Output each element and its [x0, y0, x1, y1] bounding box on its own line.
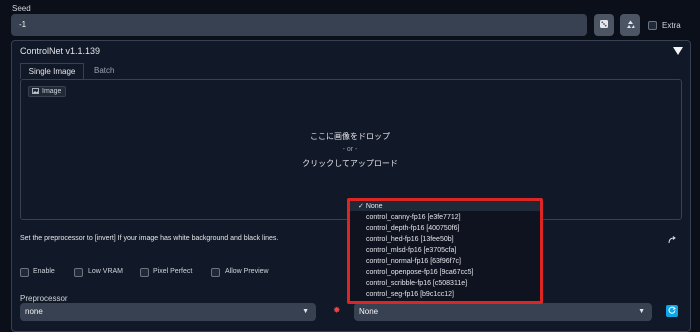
extra-checkbox[interactable]	[648, 21, 657, 30]
run-preprocessor-button[interactable]: ✸	[333, 305, 341, 316]
random-seed-button[interactable]	[594, 14, 614, 36]
seed-label: Seed	[12, 4, 31, 13]
tab-single-image[interactable]: Single Image	[20, 63, 84, 79]
seed-input[interactable]: -1	[11, 14, 587, 36]
image-badge: Image	[28, 86, 67, 97]
arrow-curve-icon[interactable]	[668, 236, 676, 246]
allow-preview-label: Allow Preview	[225, 268, 269, 275]
preprocessor-label: Preprocessor	[20, 294, 68, 303]
enable-checkbox[interactable]	[20, 268, 29, 277]
tab-batch[interactable]: Batch	[94, 66, 114, 75]
low-vram-checkbox[interactable]	[74, 268, 83, 277]
dropdown-option[interactable]: control_depth-fp16 [400750f6]	[366, 225, 459, 232]
extra-label: Extra	[662, 21, 681, 30]
reuse-seed-button[interactable]	[620, 14, 640, 36]
model-dropdown-list: None control_canny-fp16 [e3fe7712] contr…	[347, 198, 543, 304]
dropdown-option[interactable]: control_scribble-fp16 [c508311e]	[366, 280, 467, 287]
image-badge-label: Image	[42, 88, 62, 95]
dropdown-option[interactable]: control_hed-fp16 [13fee50b]	[366, 236, 454, 243]
allow-preview-checkbox[interactable]	[211, 268, 220, 277]
recycle-icon	[625, 19, 636, 32]
drop-instruction: ここに画像をドロップ	[310, 132, 390, 141]
invert-hint: Set the preprocessor to [invert] If your…	[20, 235, 279, 242]
image-icon	[32, 87, 39, 96]
dropdown-option[interactable]: control_canny-fp16 [e3fe7712]	[366, 214, 461, 221]
preprocessor-select[interactable]: none ▼	[20, 303, 316, 321]
dice-icon	[599, 19, 609, 31]
pixel-perfect-label: Pixel Perfect	[153, 268, 193, 275]
dropdown-option[interactable]: control_seg-fp16 [b9c1cc12]	[366, 291, 454, 298]
model-select[interactable]: None ▼	[354, 303, 652, 321]
chevron-down-icon: ▼	[302, 308, 309, 315]
dropdown-option[interactable]: None	[358, 202, 383, 210]
collapse-triangle-icon[interactable]	[673, 47, 683, 57]
refresh-icon	[668, 306, 676, 316]
click-to-upload: クリックしてアップロード	[302, 159, 398, 168]
preprocessor-value: none	[25, 307, 43, 316]
dropdown-option[interactable]: control_normal-fp16 [63f96f7c]	[366, 258, 461, 265]
refresh-models-button[interactable]	[666, 305, 678, 317]
dropdown-option[interactable]: control_mlsd-fp16 [e3705cfa]	[366, 247, 456, 254]
drop-or: - or -	[342, 146, 358, 153]
low-vram-label: Low VRAM	[88, 268, 124, 275]
chevron-down-icon: ▼	[638, 308, 645, 315]
enable-label: Enable	[33, 268, 55, 275]
fire-icon: ✸	[333, 305, 341, 315]
model-value: None	[359, 307, 379, 316]
controlnet-title[interactable]: ControlNet v1.1.139	[20, 46, 100, 56]
dropdown-option[interactable]: control_openpose-fp16 [9ca67cc5]	[366, 269, 473, 276]
pixel-perfect-checkbox[interactable]	[140, 268, 149, 277]
